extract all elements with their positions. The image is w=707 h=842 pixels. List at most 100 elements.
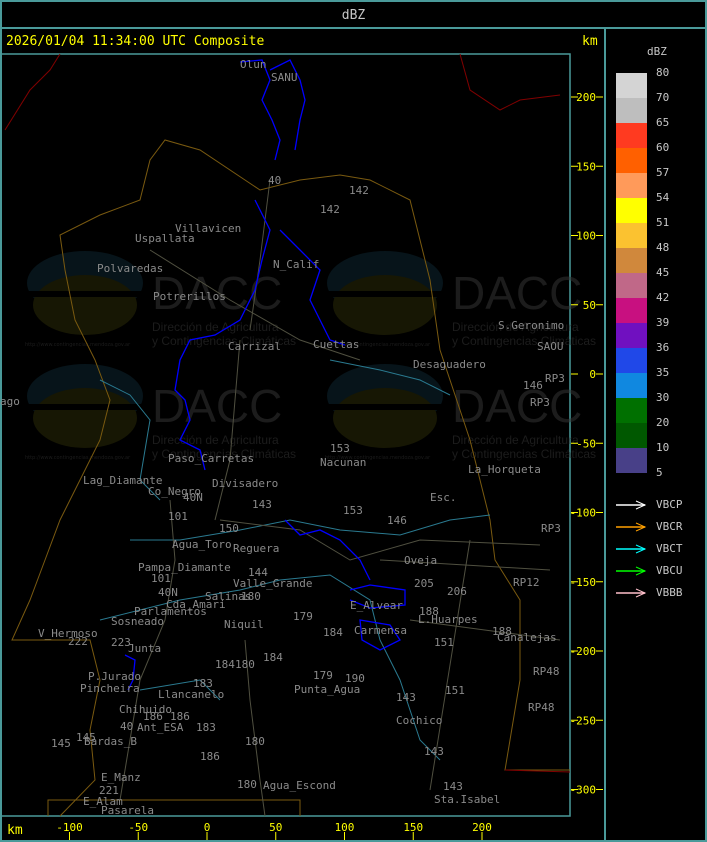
place-label: RP48 xyxy=(528,701,555,714)
place-label: RP3 xyxy=(530,396,550,409)
legend-color-swatch xyxy=(616,148,647,173)
place-label: 180 xyxy=(245,735,265,748)
place-label: 180 xyxy=(235,658,255,671)
y-tick-label: 0 xyxy=(589,368,596,381)
place-label: Ant_ESA xyxy=(137,721,184,734)
legend-value-label: 30 xyxy=(656,391,670,404)
legend-color-swatch xyxy=(616,448,647,473)
watermark-text: DACC xyxy=(152,380,282,432)
legend-value-label: 10 xyxy=(656,441,670,454)
place-label: Llancanelo xyxy=(158,688,224,701)
place-label: 143 xyxy=(443,780,463,793)
watermark-text: DACC xyxy=(452,267,582,319)
legend-color-swatch xyxy=(616,173,647,198)
place-label: 184 xyxy=(323,626,343,639)
place-label: 151 xyxy=(434,636,454,649)
place-label: Desaguadero xyxy=(413,358,486,371)
x-tick-label: 200 xyxy=(472,821,492,834)
place-label: Cuettas xyxy=(313,338,359,351)
x-tick-label: 50 xyxy=(269,821,282,834)
place-label: S.Geronimo xyxy=(498,319,564,332)
legend-color-swatch xyxy=(616,273,647,298)
place-label: 184 xyxy=(263,651,283,664)
place-label: 151 xyxy=(445,684,465,697)
place-label: 179 xyxy=(313,669,333,682)
place-label: E_Manz xyxy=(101,771,141,784)
place-label: Oveja xyxy=(404,554,437,567)
place-label: Junta xyxy=(128,642,161,655)
place-label: Divisadero xyxy=(212,477,278,490)
radar-site-label[interactable]: VBCT xyxy=(656,542,683,555)
place-label: 206 xyxy=(447,585,467,598)
legend-color-swatch xyxy=(616,198,647,223)
place-label: E_Alvear xyxy=(350,599,403,612)
legend-color-swatch xyxy=(616,423,647,448)
legend-color-swatch xyxy=(616,123,647,148)
place-label: Polvaredas xyxy=(97,262,163,275)
legend-value-label: 42 xyxy=(656,291,670,304)
legend-color-swatch xyxy=(616,348,647,373)
place-label: RP3 xyxy=(545,372,565,385)
y-tick-label: 200 xyxy=(576,91,596,104)
y-tick-label: -200 xyxy=(570,645,597,658)
place-label: 150 xyxy=(219,522,239,535)
place-label: L.Huarpes xyxy=(418,613,478,626)
place-label: Nacunan xyxy=(320,456,366,469)
place-label: Agua_Toro xyxy=(172,538,232,551)
km-unit-bottom: km xyxy=(7,823,23,838)
place-label: 146 xyxy=(387,514,407,527)
country-border xyxy=(4,53,61,131)
legend-value-label: 60 xyxy=(656,141,670,154)
svg-text:http://www.contingencias.mendo: http://www.contingencias.mendoza.gov.ar xyxy=(25,455,131,461)
y-tick-label: 100 xyxy=(576,230,596,243)
y-tick-label: -300 xyxy=(570,784,597,797)
legend-value-label: 39 xyxy=(656,316,670,329)
place-label: 145 xyxy=(51,737,71,750)
place-label: SANU xyxy=(271,71,298,84)
place-label: Esc. xyxy=(430,491,457,504)
dacc-watermark: DACCDirección de Agriculturay Contingenc… xyxy=(23,364,296,461)
radar-map[interactable]: DACCDirección de Agriculturay Contingenc… xyxy=(0,0,707,842)
place-label: 142 xyxy=(320,203,340,216)
y-tick-label: -150 xyxy=(570,576,597,589)
place-label: Niquil xyxy=(224,618,264,631)
y-tick-label: 150 xyxy=(576,160,596,173)
place-label: 40N xyxy=(158,586,178,599)
legend-value-label: 5 xyxy=(656,466,663,479)
legend-value-label: 54 xyxy=(656,191,670,204)
place-label: 101 xyxy=(168,510,188,523)
dacc-watermark: DACCDirección de Agriculturay Contingenc… xyxy=(323,251,596,348)
legend-value-label: 51 xyxy=(656,216,670,229)
radar-site-label[interactable]: VBCR xyxy=(656,520,683,533)
place-label: 180 xyxy=(237,778,257,791)
place-label: RP12 xyxy=(513,576,540,589)
legend-color-swatch xyxy=(616,323,647,348)
place-label: 153 xyxy=(330,442,350,455)
place-label: 40 xyxy=(120,720,133,733)
svg-text:Dirección de Agricultura: Dirección de Agricultura xyxy=(152,433,279,447)
legend-value-label: 70 xyxy=(656,91,670,104)
radar-site-label[interactable]: VBBB xyxy=(656,586,683,599)
place-label: Pincheira xyxy=(80,682,140,695)
place-label: Punta_Agua xyxy=(294,683,360,696)
place-label: Cochico xyxy=(396,714,442,727)
country-border xyxy=(459,53,561,111)
legend-value-label: 48 xyxy=(656,241,670,254)
place-label: Pasarela xyxy=(101,804,154,817)
place-label: Bardas_B xyxy=(84,735,137,748)
radar-site-label[interactable]: VBCP xyxy=(656,498,683,511)
place-label: 153 xyxy=(343,504,363,517)
svg-text:y Contingencias Climáticas: y Contingencias Climáticas xyxy=(452,334,596,348)
radar-site-label[interactable]: VBCU xyxy=(656,564,683,577)
place-label: 143 xyxy=(396,691,416,704)
legend-value-label: 45 xyxy=(656,266,670,279)
place-label: 142 xyxy=(349,184,369,197)
place-label: 179 xyxy=(293,610,313,623)
place-label: 40N xyxy=(183,491,203,504)
legend-value-label: 65 xyxy=(656,116,670,129)
place-label: SAOU xyxy=(537,340,564,353)
y-tick-label: -50 xyxy=(576,437,596,450)
watermark-text: DACC xyxy=(452,380,582,432)
x-tick-label: 150 xyxy=(403,821,423,834)
place-label: Reguera xyxy=(233,542,279,555)
